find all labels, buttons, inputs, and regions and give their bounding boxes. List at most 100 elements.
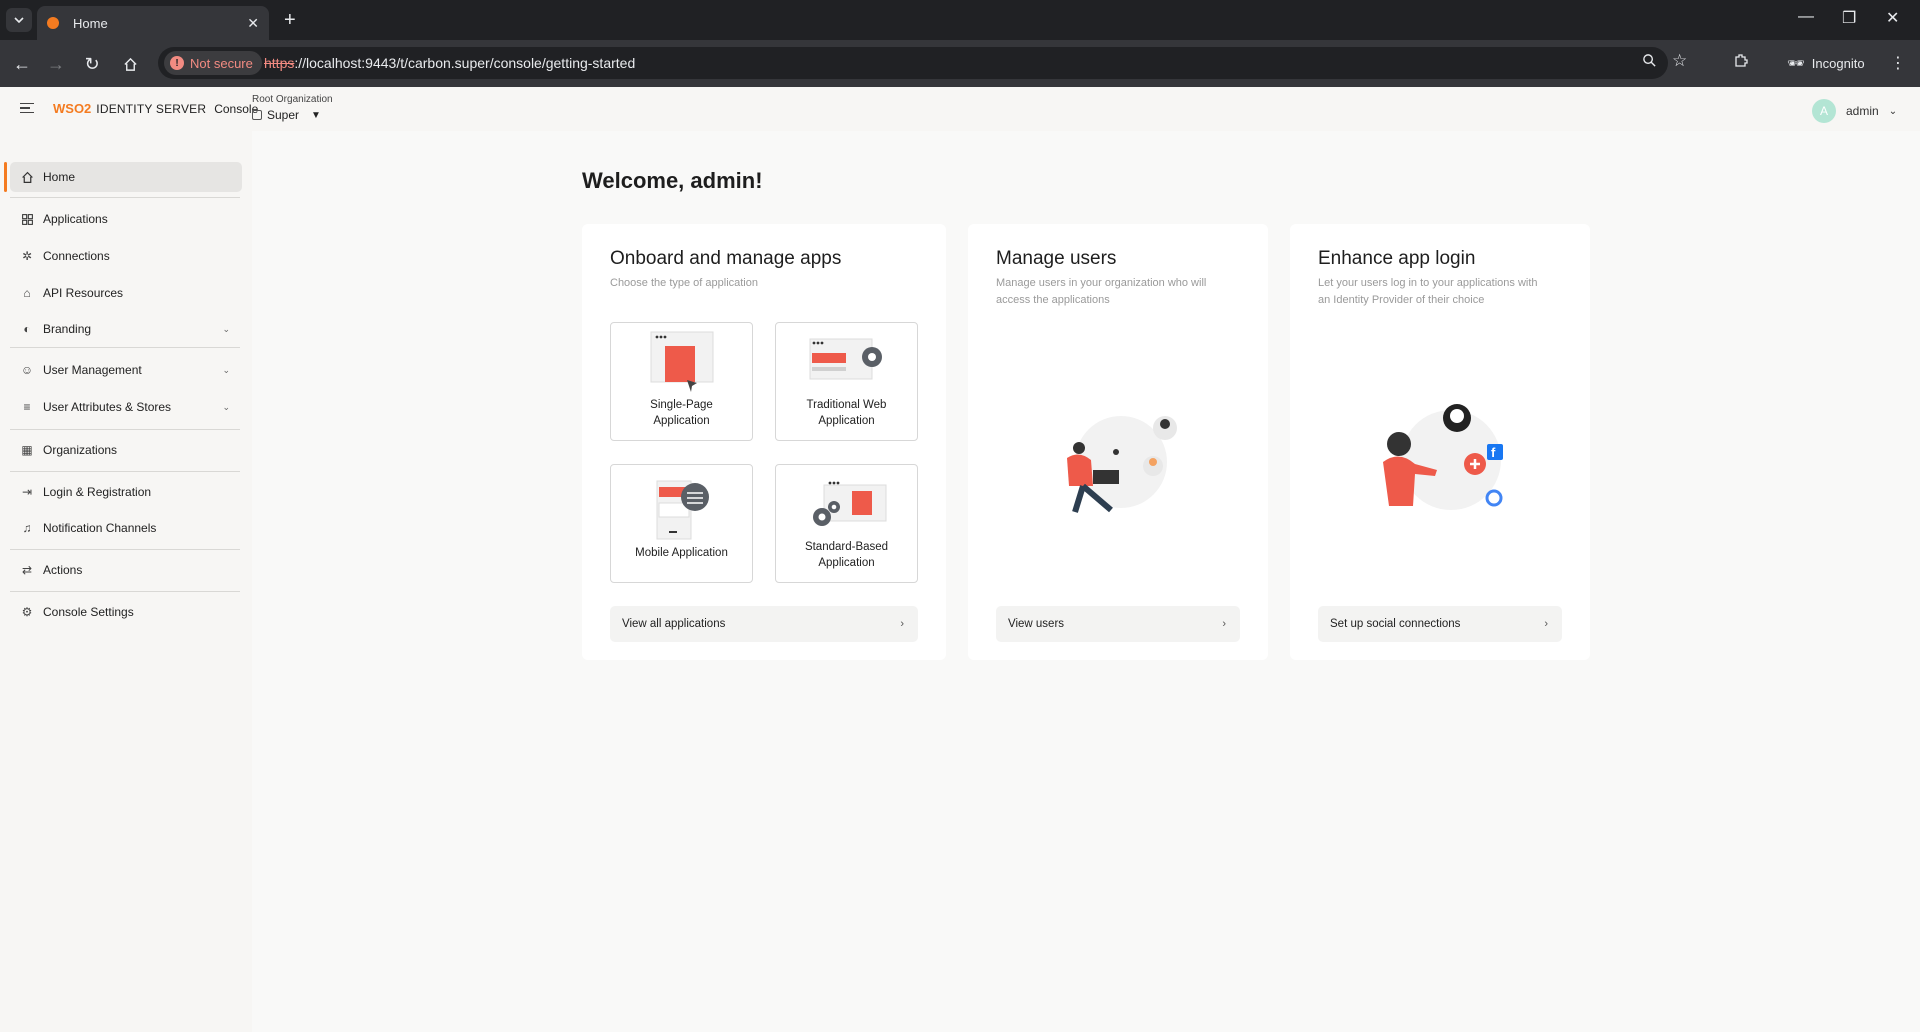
home-icon bbox=[20, 170, 34, 184]
standard-based-app-tile[interactable]: Standard-Based Application bbox=[775, 464, 918, 583]
chevron-down-icon: ⌄ bbox=[222, 323, 230, 334]
connections-icon: ✲ bbox=[21, 249, 33, 263]
extensions-icon[interactable] bbox=[1733, 52, 1749, 72]
close-tab-icon[interactable]: ✕ bbox=[247, 15, 259, 32]
sidebar-item-actions[interactable]: ⇄ Actions bbox=[10, 555, 242, 585]
sidebar-item-connections[interactable]: ✲ Connections bbox=[10, 241, 242, 271]
palette-icon: ◐ bbox=[23, 322, 31, 336]
card-title: Manage users bbox=[996, 248, 1117, 269]
standard-based-app-icon bbox=[813, 481, 887, 526]
divider bbox=[10, 471, 240, 472]
sidebar-item-login-registration[interactable]: ⇥ Login & Registration bbox=[10, 477, 242, 507]
sidebar-item-label: Notification Channels bbox=[43, 521, 157, 535]
active-indicator bbox=[4, 162, 7, 192]
enhance-login-card: Enhance app login Let your users log in … bbox=[1290, 224, 1590, 660]
traditional-web-app-icon bbox=[809, 338, 882, 380]
sidebar-item-user-attributes[interactable]: ≡ User Attributes & Stores ⌄ bbox=[10, 392, 242, 422]
sidebar-item-label: Login & Registration bbox=[43, 485, 152, 499]
cta-label: Set up social connections bbox=[1330, 618, 1461, 630]
sidebar-item-branding[interactable]: ◐ Branding ⌄ bbox=[10, 314, 242, 344]
sidebar-item-home[interactable]: Home bbox=[10, 162, 242, 192]
mobile-app-icon bbox=[656, 480, 709, 540]
sidebar-item-console-settings[interactable]: ⚙ Console Settings bbox=[10, 597, 242, 627]
browser-tab-bar: Home ✕ + — ❐ ✕ bbox=[0, 0, 1920, 40]
sidebar-item-label: User Attributes & Stores bbox=[43, 400, 172, 414]
sidebar-item-label: Branding bbox=[43, 322, 92, 336]
social-login-illustration: f bbox=[1383, 404, 1503, 510]
chevron-right-icon: › bbox=[1222, 618, 1226, 630]
card-subtitle-line: Manage users in your organization who wi… bbox=[996, 277, 1207, 289]
browser-menu-icon[interactable]: ⋮ bbox=[1890, 53, 1906, 73]
card-subtitle: Let your users log in to your applicatio… bbox=[1318, 275, 1538, 309]
avatar: A bbox=[1812, 99, 1836, 123]
sidebar-item-user-management[interactable]: ☺ User Management ⌄ bbox=[10, 355, 242, 385]
incognito-icon: 🕶 bbox=[1787, 54, 1805, 71]
view-users-button[interactable]: View users › bbox=[996, 606, 1240, 642]
zoom-icon[interactable] bbox=[1642, 53, 1657, 72]
tile-label: Application bbox=[818, 415, 875, 427]
new-tab-button[interactable]: + bbox=[284, 8, 296, 32]
api-icon: ⌂ bbox=[23, 286, 31, 300]
minimize-icon[interactable]: — bbox=[1798, 8, 1814, 26]
product-name: IDENTITY SERVER bbox=[96, 101, 207, 116]
warning-icon: ! bbox=[170, 56, 184, 70]
cta-label: View all applications bbox=[622, 618, 726, 630]
view-all-applications-button[interactable]: View all applications › bbox=[610, 606, 918, 642]
product-logo[interactable]: WSO2 IDENTITY SERVER Console bbox=[53, 101, 258, 116]
organization-switcher[interactable]: Root Organization Super ▼ bbox=[252, 94, 333, 122]
attributes-icon: ≡ bbox=[23, 400, 31, 414]
tile-label: Application bbox=[653, 415, 710, 427]
window-close-icon[interactable]: ✕ bbox=[1886, 8, 1899, 28]
page-title: Welcome, admin! bbox=[582, 168, 763, 193]
sidebar-item-label: Actions bbox=[43, 563, 83, 577]
sidebar-item-organizations[interactable]: ▦ Organizations bbox=[10, 435, 242, 465]
tile-label: Single-Page bbox=[650, 399, 713, 411]
wso2-logo: WSO2 bbox=[53, 101, 92, 116]
chevron-down-icon: ▼ bbox=[311, 109, 321, 121]
tile-label: Traditional Web bbox=[806, 399, 887, 411]
sidebar-item-notification-channels[interactable]: ♫ Notification Channels bbox=[10, 513, 242, 543]
omnibox[interactable]: ! Not secure https://localhost:9443/t/ca… bbox=[158, 47, 1687, 79]
sidebar-item-label: Connections bbox=[43, 249, 110, 263]
url-text[interactable]: https://localhost:9443/t/carbon.super/co… bbox=[264, 55, 635, 71]
tile-label: Standard-Based bbox=[804, 541, 889, 553]
mobile-app-tile[interactable]: Mobile Application bbox=[610, 464, 753, 583]
card-subtitle-line: an Identity Provider of their choice bbox=[1318, 294, 1485, 306]
svg-text:f: f bbox=[1491, 445, 1496, 460]
hamburger-menu-icon[interactable] bbox=[20, 103, 34, 113]
single-page-app-tile[interactable]: Single-Page Application bbox=[610, 322, 753, 441]
actions-icon: ⇄ bbox=[21, 563, 33, 577]
sidebar-item-label: API Resources bbox=[43, 286, 124, 300]
incognito-indicator[interactable]: 🕶 Incognito bbox=[1775, 48, 1877, 78]
app-header: WSO2 IDENTITY SERVER Console Root Organi… bbox=[0, 87, 1920, 131]
address-bar-row: ← → ↻ ! Not secure https://localhost:944… bbox=[0, 40, 1920, 87]
sidebar-item-api-resources[interactable]: ⌂ API Resources bbox=[10, 278, 242, 308]
url-path: ://localhost:9443/t/carbon.super/console… bbox=[294, 55, 636, 71]
login-icon: ⇥ bbox=[21, 485, 33, 499]
tile-label: Mobile Application bbox=[635, 547, 728, 559]
not-secure-label: Not secure bbox=[190, 55, 253, 71]
tab-list-button[interactable] bbox=[6, 8, 32, 32]
sidebar-item-applications[interactable]: Applications bbox=[10, 204, 242, 234]
sidebar-item-label: Console Settings bbox=[43, 605, 134, 619]
building-icon: ▦ bbox=[21, 443, 33, 457]
back-icon[interactable]: ← bbox=[8, 50, 36, 78]
chevron-down-icon bbox=[14, 17, 24, 23]
browser-tab-home[interactable]: Home ✕ bbox=[37, 6, 269, 40]
sidebar-item-label: Home bbox=[43, 170, 76, 184]
cta-label: View users bbox=[1008, 618, 1065, 630]
users-icon: ☺ bbox=[20, 363, 34, 377]
favicon-icon bbox=[47, 17, 59, 29]
not-secure-chip[interactable]: ! Not secure bbox=[164, 51, 262, 75]
bookmark-star-icon[interactable]: ☆ bbox=[1672, 51, 1687, 71]
reload-icon[interactable]: ↻ bbox=[78, 50, 106, 78]
incognito-label: Incognito bbox=[1811, 55, 1865, 71]
social-connections-button[interactable]: Set up social connections › bbox=[1318, 606, 1562, 642]
restore-icon[interactable]: ❐ bbox=[1842, 8, 1856, 28]
home-button-icon[interactable] bbox=[116, 50, 144, 78]
forward-icon[interactable]: → bbox=[42, 50, 70, 78]
traditional-web-app-tile[interactable]: Traditional Web Application bbox=[775, 322, 918, 441]
user-menu[interactable]: A admin ⌄ bbox=[1812, 99, 1897, 123]
divider bbox=[10, 429, 240, 430]
chevron-down-icon: ⌄ bbox=[1888, 105, 1898, 117]
